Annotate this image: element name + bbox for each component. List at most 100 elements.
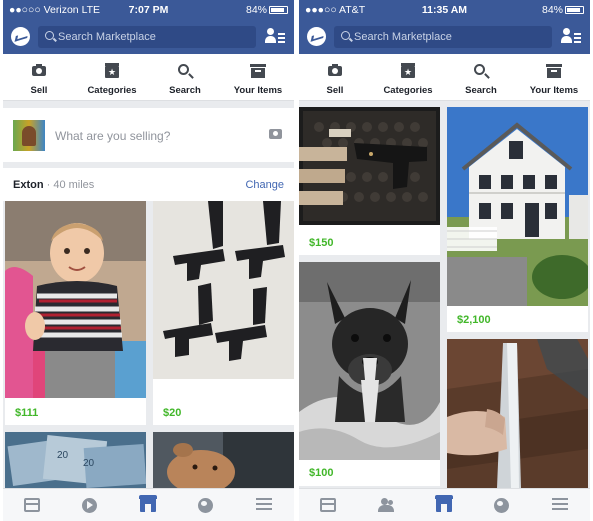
search-icon xyxy=(341,31,350,40)
search-icon xyxy=(45,31,54,40)
listing-price: $100 xyxy=(309,467,334,479)
magnifier-icon xyxy=(177,63,193,79)
location-bar: Exton · 40 miles Change xyxy=(3,168,294,201)
phone-screen-right: ●●●○○ AT&T 11:35 AM 84% Sell Categories … xyxy=(299,0,590,521)
listing-card[interactable]: $2,100 xyxy=(447,107,588,332)
sell-prompt[interactable] xyxy=(3,108,294,162)
location-distance: · 40 miles xyxy=(46,179,95,191)
listing-photo-pistols xyxy=(153,201,294,379)
marketplace-icon xyxy=(139,495,157,512)
search-header xyxy=(3,20,294,54)
camera-icon xyxy=(31,63,47,79)
battery-percent: 84% xyxy=(541,4,563,16)
news-feed-icon xyxy=(24,498,40,512)
sell-input[interactable] xyxy=(55,127,250,145)
tab-video[interactable] xyxy=(61,489,119,521)
news-feed-icon xyxy=(320,498,336,512)
magnifier-icon xyxy=(473,63,489,79)
tab-menu[interactable] xyxy=(235,489,293,521)
tab-menu[interactable] xyxy=(531,489,589,521)
battery-status: 84% xyxy=(246,4,288,16)
listing-card[interactable]: $20 xyxy=(153,201,294,425)
add-photo-icon[interactable] xyxy=(269,129,282,139)
listing-card[interactable] xyxy=(447,339,588,488)
listing-price: $150 xyxy=(309,237,334,249)
battery-percent: 84% xyxy=(245,4,267,16)
messenger-icon[interactable] xyxy=(11,27,30,46)
search-header xyxy=(299,20,590,54)
listing-photo-pit-bull xyxy=(299,262,440,460)
bottom-tab-bar xyxy=(299,488,590,521)
search-label: Search xyxy=(169,85,201,96)
your-items-button[interactable]: Your Items xyxy=(518,54,590,101)
play-icon xyxy=(82,498,97,513)
marketplace-actions: Sell Categories Search Your Items xyxy=(3,54,294,101)
camera-icon xyxy=(327,63,343,79)
sell-button[interactable]: Sell xyxy=(3,54,75,101)
bottom-tab-bar xyxy=(3,488,294,521)
friends-icon xyxy=(378,498,394,512)
sell-label: Sell xyxy=(326,85,344,96)
your-items-label: Your Items xyxy=(529,85,579,96)
globe-icon xyxy=(494,498,509,513)
listing-price: $111 xyxy=(15,407,39,419)
tab-news-feed[interactable] xyxy=(3,489,61,521)
listing-card[interactable]: $150 xyxy=(299,107,440,255)
tab-marketplace[interactable] xyxy=(119,489,177,521)
listing-photo-dog xyxy=(153,432,294,488)
svg-text:20: 20 xyxy=(83,458,95,469)
search-button[interactable]: Search xyxy=(149,54,221,101)
listing-card[interactable]: $111 xyxy=(5,201,146,425)
categories-label: Categories xyxy=(87,85,137,96)
listing-photo-pistol-case xyxy=(299,107,440,225)
profile-menu-icon[interactable] xyxy=(265,27,285,47)
listing-card[interactable]: 20 20 xyxy=(5,432,146,488)
battery-icon xyxy=(565,6,584,14)
listing-price: $20 xyxy=(163,407,182,419)
profile-menu-icon[interactable] xyxy=(561,27,581,47)
listing-card[interactable]: $100 xyxy=(299,262,440,486)
listing-photo-cash: 20 20 xyxy=(5,432,146,488)
categories-button[interactable]: Categories xyxy=(372,54,444,101)
battery-icon xyxy=(269,6,288,14)
tab-marketplace[interactable] xyxy=(415,489,473,521)
categories-label: Categories xyxy=(383,85,433,96)
box-icon xyxy=(250,63,266,79)
status-bar: ●●●○○ AT&T 11:35 AM 84% xyxy=(299,0,590,20)
tab-notifications[interactable] xyxy=(473,489,531,521)
svg-text:20: 20 xyxy=(57,450,69,461)
your-items-label: Your Items xyxy=(233,85,283,96)
shopping-bag-icon xyxy=(104,63,120,79)
search-box[interactable] xyxy=(38,26,256,48)
categories-button[interactable]: Categories xyxy=(76,54,148,101)
listing-photo-phone xyxy=(447,339,588,488)
tab-notifications[interactable] xyxy=(177,489,235,521)
search-box[interactable] xyxy=(334,26,552,48)
your-items-button[interactable]: Your Items xyxy=(222,54,294,101)
marketplace-icon xyxy=(435,495,453,512)
tab-news-feed[interactable] xyxy=(299,489,357,521)
change-location-link[interactable]: Change xyxy=(245,179,284,191)
user-avatar xyxy=(13,120,45,151)
battery-status: 84% xyxy=(542,4,584,16)
listing-photo-house xyxy=(447,107,588,306)
search-button[interactable]: Search xyxy=(445,54,517,101)
search-input[interactable] xyxy=(58,26,250,48)
listing-photo-baby xyxy=(5,201,146,398)
messenger-icon[interactable] xyxy=(307,27,326,46)
listing-price: $2,100 xyxy=(457,314,491,326)
location-label: Exton · 40 miles xyxy=(13,179,94,191)
phone-screen-left: ●●○○○ Verizon LTE 7:07 PM 84% Sell Categ… xyxy=(3,0,294,521)
marketplace-actions: Sell Categories Search Your Items xyxy=(299,54,590,101)
location-city: Exton xyxy=(13,179,44,191)
menu-icon xyxy=(256,498,272,510)
status-bar: ●●○○○ Verizon LTE 7:07 PM 84% xyxy=(3,0,294,20)
shopping-bag-icon xyxy=(400,63,416,79)
globe-icon xyxy=(198,498,213,513)
box-icon xyxy=(546,63,562,79)
sell-button[interactable]: Sell xyxy=(299,54,371,101)
listing-card[interactable] xyxy=(153,432,294,488)
search-input[interactable] xyxy=(354,26,546,48)
tab-friends[interactable] xyxy=(357,489,415,521)
sell-label: Sell xyxy=(30,85,48,96)
